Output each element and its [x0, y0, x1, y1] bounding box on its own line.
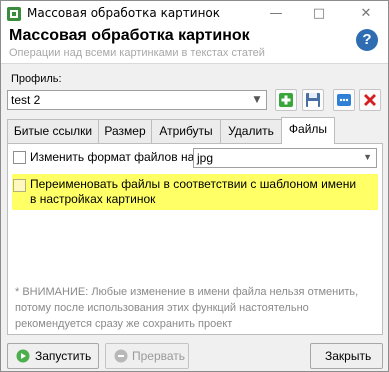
- dialog-title: Массовая обработка картинок: [9, 27, 250, 44]
- tab-broken-links[interactable]: Битые ссылки: [7, 119, 99, 143]
- add-profile-button[interactable]: [275, 89, 297, 111]
- add-icon: [279, 93, 293, 107]
- profile-label: Профиль:: [11, 73, 62, 85]
- header-divider: [1, 63, 388, 64]
- change-format-label: Изменить формат файлов на:: [30, 150, 198, 164]
- window-title: Массовая обработка картинок: [27, 6, 221, 20]
- delete-icon: [364, 94, 376, 106]
- run-button-label: Запустить: [35, 349, 92, 363]
- tab-attributes[interactable]: Атрибуты: [151, 119, 221, 143]
- minimize-button[interactable]: —: [261, 1, 291, 27]
- more-profile-button[interactable]: [333, 89, 355, 111]
- more-icon: [337, 94, 351, 106]
- maximize-button[interactable]: □: [304, 1, 334, 27]
- stop-button-label: Прервать: [132, 349, 186, 363]
- files-tab-panel: Изменить формат файлов на: jpg ▼ Переиме…: [7, 143, 383, 335]
- rename-files-checkbox[interactable]: [13, 179, 26, 192]
- dialog-subtitle: Операции над всеми картинками в текстах …: [9, 47, 265, 59]
- format-value: jpg: [197, 151, 214, 165]
- play-icon: [16, 349, 30, 363]
- tab-delete[interactable]: Удалить: [220, 119, 282, 143]
- tab-files[interactable]: Файлы: [281, 117, 335, 144]
- rename-files-label: Переименовать файлы в соответствии с шаб…: [30, 177, 357, 206]
- help-icon[interactable]: ?: [356, 29, 378, 51]
- close-button[interactable]: Закрыть: [310, 343, 383, 369]
- run-button[interactable]: Запустить: [7, 343, 99, 369]
- window: Массовая обработка картинок — □ ✕ Массов…: [0, 0, 389, 372]
- title-bar: Массовая обработка картинок — □ ✕: [1, 1, 388, 27]
- app-icon: [7, 7, 21, 21]
- chevron-down-icon[interactable]: ▼: [248, 91, 266, 109]
- chevron-down-icon[interactable]: ▼: [363, 152, 372, 162]
- save-icon: [306, 93, 320, 107]
- change-format-checkbox[interactable]: [13, 151, 26, 164]
- profile-select[interactable]: test 2 ▼: [7, 90, 267, 110]
- profile-value: test 2: [11, 93, 41, 107]
- close-window-button[interactable]: ✕: [351, 1, 381, 27]
- stop-button[interactable]: Прервать: [105, 343, 189, 369]
- dialog-header: Массовая обработка картинок Операции над…: [1, 27, 388, 63]
- stop-icon: [114, 349, 128, 363]
- save-profile-button[interactable]: [302, 89, 324, 111]
- warning-note: * ВНИМАНИЕ: Любые изменение в имени файл…: [15, 286, 359, 330]
- format-select[interactable]: jpg ▼: [193, 148, 377, 168]
- tab-size[interactable]: Размер: [98, 119, 152, 143]
- delete-profile-button[interactable]: [359, 89, 381, 111]
- close-button-label: Закрыть: [325, 349, 372, 363]
